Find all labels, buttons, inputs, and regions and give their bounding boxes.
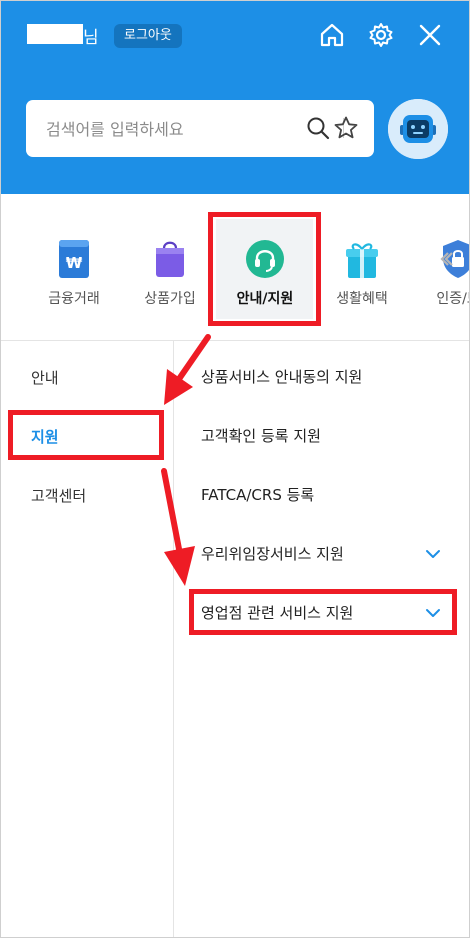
wallet-won-icon: ₩ — [54, 237, 94, 281]
user-name-suffix: 님 — [83, 28, 99, 48]
menu-item-label: 상품서비스 안내동의 지원 — [201, 368, 363, 386]
logout-button[interactable]: 로그아웃 — [114, 24, 182, 48]
gift-icon — [342, 237, 382, 281]
svg-text:₩: ₩ — [66, 254, 83, 272]
category-product-signup[interactable]: 상품가입 — [125, 233, 215, 308]
menu-item-fatca-crs[interactable]: FATCA/CRS 등록 — [201, 480, 451, 510]
section-divider — [1, 340, 469, 341]
menu-item-customer-verification[interactable]: 고객확인 등록 지원 — [201, 421, 451, 451]
close-icon[interactable] — [416, 21, 444, 49]
category-certification[interactable]: 인증/보 — [413, 233, 469, 308]
arrow-head-icon — [164, 369, 193, 405]
search-icon[interactable] — [305, 115, 331, 141]
menu-item-power-of-attorney[interactable]: 우리위임장서비스 지원 — [201, 539, 451, 569]
home-icon[interactable] — [318, 21, 346, 49]
app-window: 님 로그아웃 검색어를 입력하세요 ₩ 금융거래 상품가입 안내/지원 생활혜택… — [0, 0, 470, 938]
category-label: 인증/보 — [436, 291, 469, 307]
menu-item-label: FATCA/CRS 등록 — [201, 486, 315, 504]
left-menu-guide[interactable]: 안내 — [31, 367, 59, 388]
user-name-redacted — [27, 24, 83, 44]
left-menu-customer-center[interactable]: 고객센터 — [31, 485, 86, 506]
chevron-down-icon[interactable] — [425, 547, 441, 561]
category-label: 금융거래 — [48, 291, 100, 307]
chatbot-avatar[interactable] — [388, 99, 448, 159]
shopping-bag-icon — [150, 237, 190, 281]
category-financial-transactions[interactable]: ₩ 금융거래 — [29, 233, 119, 308]
menu-item-label: 고객확인 등록 지원 — [201, 427, 321, 445]
top-header: 님 로그아웃 — [1, 1, 469, 194]
annotation-box-branch-service — [189, 589, 457, 635]
category-life-benefits[interactable]: 생활혜택 — [317, 233, 407, 308]
annotation-box-guide-support — [208, 212, 321, 326]
gear-icon[interactable] — [367, 21, 395, 49]
shield-lock-icon — [438, 237, 469, 281]
menu-item-label: 우리위임장서비스 지원 — [201, 545, 344, 563]
menu-column-divider — [173, 341, 174, 937]
star-icon[interactable] — [333, 115, 359, 141]
annotation-box-support — [8, 410, 164, 460]
menu-item-product-service-consent[interactable]: 상품서비스 안내동의 지원 — [201, 362, 451, 392]
search-input[interactable] — [44, 100, 288, 159]
search-box — [26, 100, 374, 159]
category-label: 생활혜택 — [336, 291, 388, 307]
category-label: 상품가입 — [144, 291, 196, 307]
arrow-head-icon — [164, 546, 195, 586]
